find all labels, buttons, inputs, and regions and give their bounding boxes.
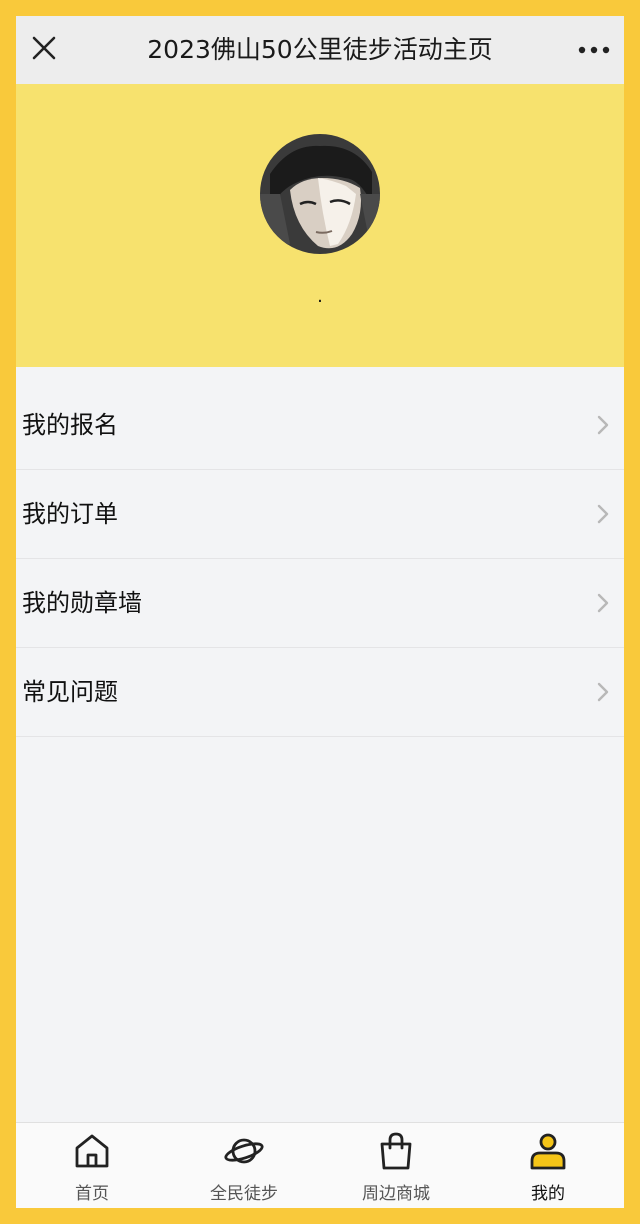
- chevron-right-icon: [597, 504, 609, 524]
- menu-item-medal-wall[interactable]: 我的勋章墙: [16, 559, 624, 648]
- more-icon[interactable]: [576, 36, 612, 64]
- planet-icon: [224, 1138, 264, 1164]
- user-icon: [530, 1133, 566, 1170]
- chevron-right-icon: [597, 682, 609, 702]
- profile-header: ·: [16, 84, 624, 367]
- menu-list: 我的报名 我的订单 我的勋章墙 常见问题: [16, 381, 624, 737]
- page-title: 2023佛山50公里徒步活动主页: [147, 35, 493, 64]
- avatar[interactable]: [260, 134, 380, 254]
- title-bar: 2023佛山50公里徒步活动主页: [16, 16, 624, 84]
- chevron-right-icon: [597, 415, 609, 435]
- close-icon[interactable]: [30, 34, 58, 62]
- bottom-tab-bar: 首页 全民徒步 周边商城 我的: [16, 1122, 624, 1208]
- shopping-bag-icon: [380, 1132, 412, 1170]
- menu-item-registration[interactable]: 我的报名: [16, 381, 624, 470]
- menu-item-label: 常见问题: [22, 678, 118, 706]
- tab-hiking[interactable]: 全民徒步: [168, 1123, 320, 1208]
- tab-label: 周边商城: [362, 1184, 430, 1204]
- tab-mine[interactable]: 我的: [472, 1123, 624, 1208]
- tab-shop[interactable]: 周边商城: [320, 1123, 472, 1208]
- tab-label: 全民徒步: [210, 1184, 278, 1204]
- chevron-right-icon: [597, 593, 609, 613]
- tab-label: 首页: [75, 1184, 109, 1204]
- username: ·: [317, 291, 323, 312]
- menu-item-label: 我的勋章墙: [22, 589, 142, 617]
- app-screen: 2023佛山50公里徒步活动主页 · 我的报名 我的订单 我的勋章墙 常见问题 …: [16, 16, 624, 1208]
- menu-item-orders[interactable]: 我的订单: [16, 470, 624, 559]
- menu-item-label: 我的订单: [22, 500, 118, 528]
- tab-label: 我的: [531, 1184, 565, 1204]
- avatar-image: [260, 134, 380, 254]
- menu-item-faq[interactable]: 常见问题: [16, 648, 624, 737]
- tab-home[interactable]: 首页: [16, 1123, 168, 1208]
- home-icon: [75, 1134, 109, 1168]
- menu-item-label: 我的报名: [22, 411, 118, 439]
